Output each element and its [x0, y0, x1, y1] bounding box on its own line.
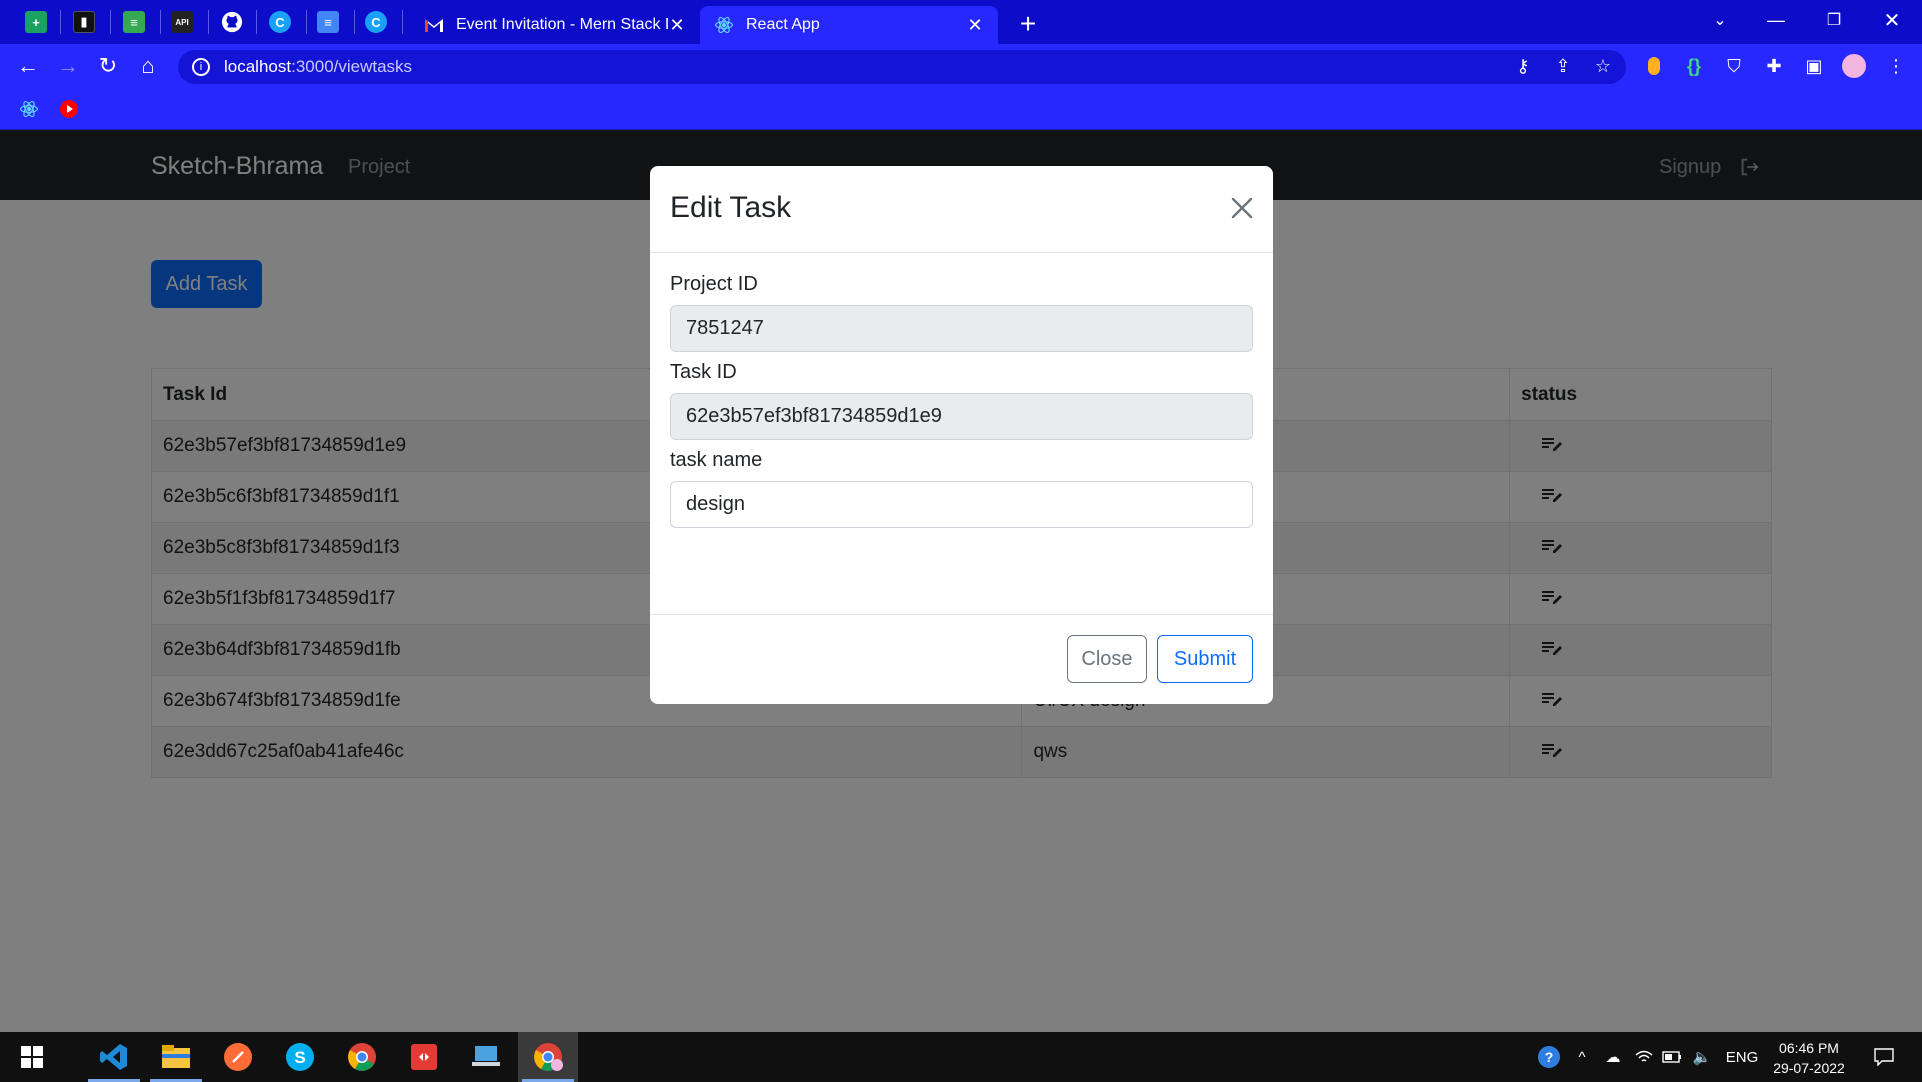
- chevron-up-icon[interactable]: ^: [1570, 1032, 1594, 1082]
- pinned-tab-api[interactable]: API: [162, 6, 202, 38]
- terminal-icon: ▮: [73, 11, 95, 33]
- tab-react-app[interactable]: React App ✕: [700, 6, 998, 44]
- postman-icon[interactable]: [208, 1032, 268, 1082]
- pinned-tab-c-app-2[interactable]: C: [356, 6, 396, 38]
- window-close-button[interactable]: ✕: [1864, 0, 1920, 40]
- language-indicator[interactable]: ENG: [1722, 1032, 1762, 1082]
- url-path: :3000/viewtasks: [291, 57, 413, 76]
- task-id-label: Task ID: [670, 361, 737, 383]
- modal-footer: Close Submit: [650, 614, 1273, 704]
- youtube-icon[interactable]: [58, 98, 80, 120]
- pinned-tab-github[interactable]: [212, 6, 252, 38]
- minimize-button[interactable]: —: [1748, 0, 1804, 40]
- chrome-icon[interactable]: [332, 1032, 392, 1082]
- help-icon[interactable]: ?: [1534, 1032, 1564, 1082]
- skype-icon[interactable]: S: [270, 1032, 330, 1082]
- json-extension-icon[interactable]: {}: [1680, 52, 1708, 80]
- battery-icon[interactable]: [1660, 1032, 1684, 1082]
- github-icon: [221, 11, 243, 33]
- close-icon[interactable]: ✕: [668, 15, 686, 36]
- wifi-icon[interactable]: [1632, 1032, 1656, 1082]
- puzzle-icon[interactable]: ✚: [1760, 52, 1788, 80]
- document-icon: ≡: [123, 11, 145, 33]
- chrome-profile-icon[interactable]: [518, 1032, 578, 1082]
- tab-search-icon[interactable]: ⌄: [1692, 0, 1748, 40]
- forward-button[interactable]: →: [52, 50, 84, 82]
- react-icon[interactable]: [18, 98, 40, 120]
- restore-button[interactable]: ❐: [1806, 0, 1862, 40]
- task-id-field: 62e3b57ef3bf81734859d1e9: [670, 393, 1253, 440]
- c-logo-icon: C: [365, 11, 387, 33]
- close-icon[interactable]: ✕: [966, 15, 984, 36]
- tab-event-invitation[interactable]: Event Invitation - Mern Stack Dev ✕: [410, 6, 700, 44]
- windows-start-icon[interactable]: [2, 1032, 62, 1082]
- clock-date: 29-07-2022: [1773, 1060, 1845, 1076]
- avatar[interactable]: [1840, 52, 1868, 80]
- clock-time: 06:46 PM: [1779, 1040, 1839, 1056]
- project-id-field: 7851247: [670, 305, 1253, 352]
- browser-toolbar: ← → ↻ ⌂ i localhost:3000/viewtasks ⚷ ⇪ ☆…: [0, 44, 1922, 88]
- modal-title: Edit Task: [670, 191, 792, 224]
- pinned-tab-terminal[interactable]: ▮: [64, 6, 104, 38]
- docs-icon: ≡: [317, 11, 339, 33]
- bookmarks-bar: [0, 88, 1922, 130]
- close-icon[interactable]: [1228, 194, 1256, 222]
- project-id-label: Project ID: [670, 273, 758, 295]
- new-tab-button[interactable]: +: [1012, 8, 1044, 40]
- close-button[interactable]: Close: [1067, 635, 1147, 683]
- svg-text:?: ?: [1545, 1049, 1554, 1065]
- edit-task-modal: Edit Task Project ID 7851247 Task ID 62e…: [650, 166, 1273, 704]
- task-name-label: task name: [670, 449, 763, 471]
- notification-icon[interactable]: [1864, 1032, 1904, 1082]
- url-host: localhost: [224, 57, 292, 76]
- home-button[interactable]: ⌂: [132, 50, 164, 82]
- browser-tab-strip: + ▮ ≡ API C ≡ C Event Invitation - Mern …: [0, 0, 1922, 44]
- onedrive-icon[interactable]: ☁: [1600, 1032, 1626, 1082]
- laptop-app-icon[interactable]: [456, 1032, 516, 1082]
- back-button[interactable]: ←: [12, 50, 44, 82]
- bookmark-star-icon[interactable]: ☆: [1588, 50, 1618, 82]
- c-logo-icon: C: [269, 11, 291, 33]
- key-icon[interactable]: ⚷: [1508, 50, 1538, 82]
- extension-icon[interactable]: [1640, 52, 1668, 80]
- side-panel-icon[interactable]: ▣: [1800, 52, 1828, 80]
- react-icon: [714, 15, 734, 35]
- modal-header: Edit Task: [650, 166, 1273, 253]
- task-name-input[interactable]: design: [670, 481, 1253, 528]
- gmail-icon: [424, 15, 444, 35]
- tab-title: React App: [746, 16, 820, 33]
- address-bar[interactable]: i localhost:3000/viewtasks: [178, 50, 1626, 84]
- vscode-icon[interactable]: [84, 1032, 144, 1082]
- windows-taskbar: S ? ^ ☁ 🔈 ENG 06:46 PM 29-07-2022: [0, 1032, 1922, 1082]
- file-explorer-icon[interactable]: [146, 1032, 206, 1082]
- api-icon: API: [171, 11, 193, 33]
- share-icon[interactable]: ⇪: [1548, 50, 1578, 82]
- tab-title: Event Invitation - Mern Stack Dev: [456, 16, 668, 33]
- svg-text:S: S: [294, 1048, 305, 1067]
- info-icon[interactable]: i: [192, 58, 210, 76]
- reload-button[interactable]: ↻: [92, 50, 124, 82]
- pinned-tab-docs[interactable]: ≡: [308, 6, 348, 38]
- shield-icon[interactable]: ⛉: [1720, 52, 1748, 80]
- volume-icon[interactable]: 🔈: [1688, 1032, 1716, 1082]
- git-app-icon[interactable]: [394, 1032, 454, 1082]
- pinned-tab-sheets[interactable]: +: [16, 6, 56, 38]
- pinned-tab-keep[interactable]: ≡: [114, 6, 154, 38]
- sheets-icon: +: [25, 11, 47, 33]
- menu-kebab-icon[interactable]: ⋮: [1882, 52, 1910, 80]
- submit-button[interactable]: Submit: [1157, 635, 1253, 683]
- taskbar-clock[interactable]: 06:46 PM 29-07-2022: [1766, 1038, 1852, 1078]
- pinned-tab-c-app[interactable]: C: [260, 6, 300, 38]
